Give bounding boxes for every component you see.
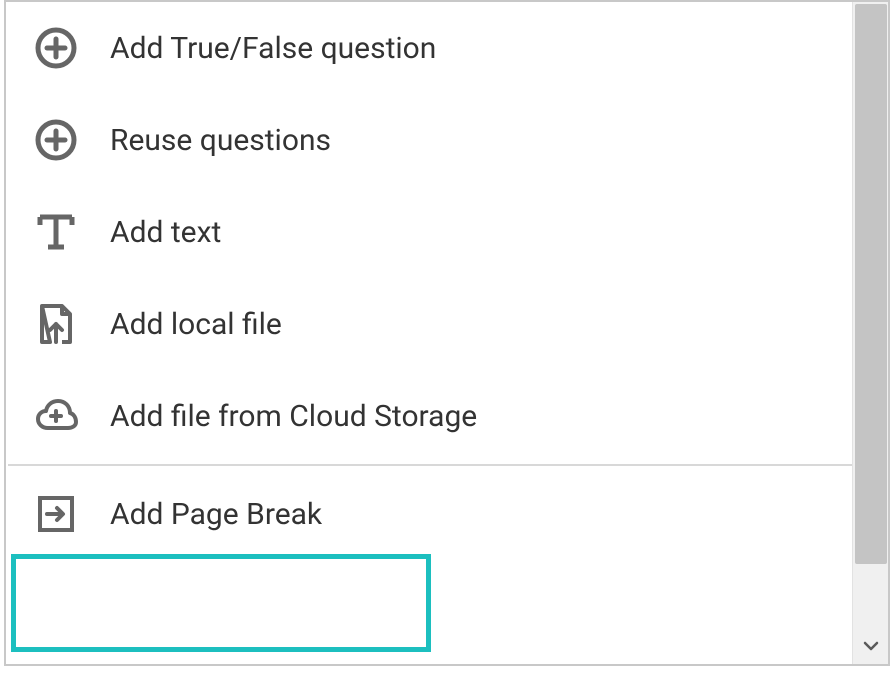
- menu-item-add-text[interactable]: Add text: [6, 186, 854, 278]
- scrollbar-thumb[interactable]: [855, 4, 887, 564]
- menu-item-add-true-false[interactable]: Add True/False question: [6, 2, 854, 94]
- menu-list: Add True/False question Reuse questions …: [6, 2, 854, 664]
- menu-panel: Add True/False question Reuse questions …: [4, 0, 890, 666]
- plus-circle-icon: [34, 26, 78, 70]
- cloud-plus-icon: [34, 394, 78, 438]
- menu-divider: [8, 464, 852, 466]
- menu-item-label: Add Page Break: [110, 497, 322, 532]
- menu-item-reuse-questions[interactable]: Reuse questions: [6, 94, 854, 186]
- page-break-icon: [34, 492, 78, 536]
- menu-item-add-cloud-file[interactable]: Add file from Cloud Storage: [6, 370, 854, 462]
- text-icon: [34, 210, 78, 254]
- scrollbar-down-arrow[interactable]: [853, 628, 889, 664]
- menu-item-add-page-break[interactable]: Add Page Break: [6, 468, 854, 560]
- menu-item-add-local-file[interactable]: Add local file: [6, 278, 854, 370]
- menu-item-label: Reuse questions: [110, 123, 331, 158]
- vertical-scrollbar[interactable]: [852, 2, 888, 664]
- plus-circle-icon: [34, 118, 78, 162]
- menu-item-label: Add file from Cloud Storage: [110, 399, 477, 434]
- menu-item-label: Add local file: [110, 307, 282, 342]
- menu-item-label: Add True/False question: [110, 31, 436, 66]
- menu-item-label: Add text: [110, 215, 221, 250]
- file-upload-icon: [34, 302, 78, 346]
